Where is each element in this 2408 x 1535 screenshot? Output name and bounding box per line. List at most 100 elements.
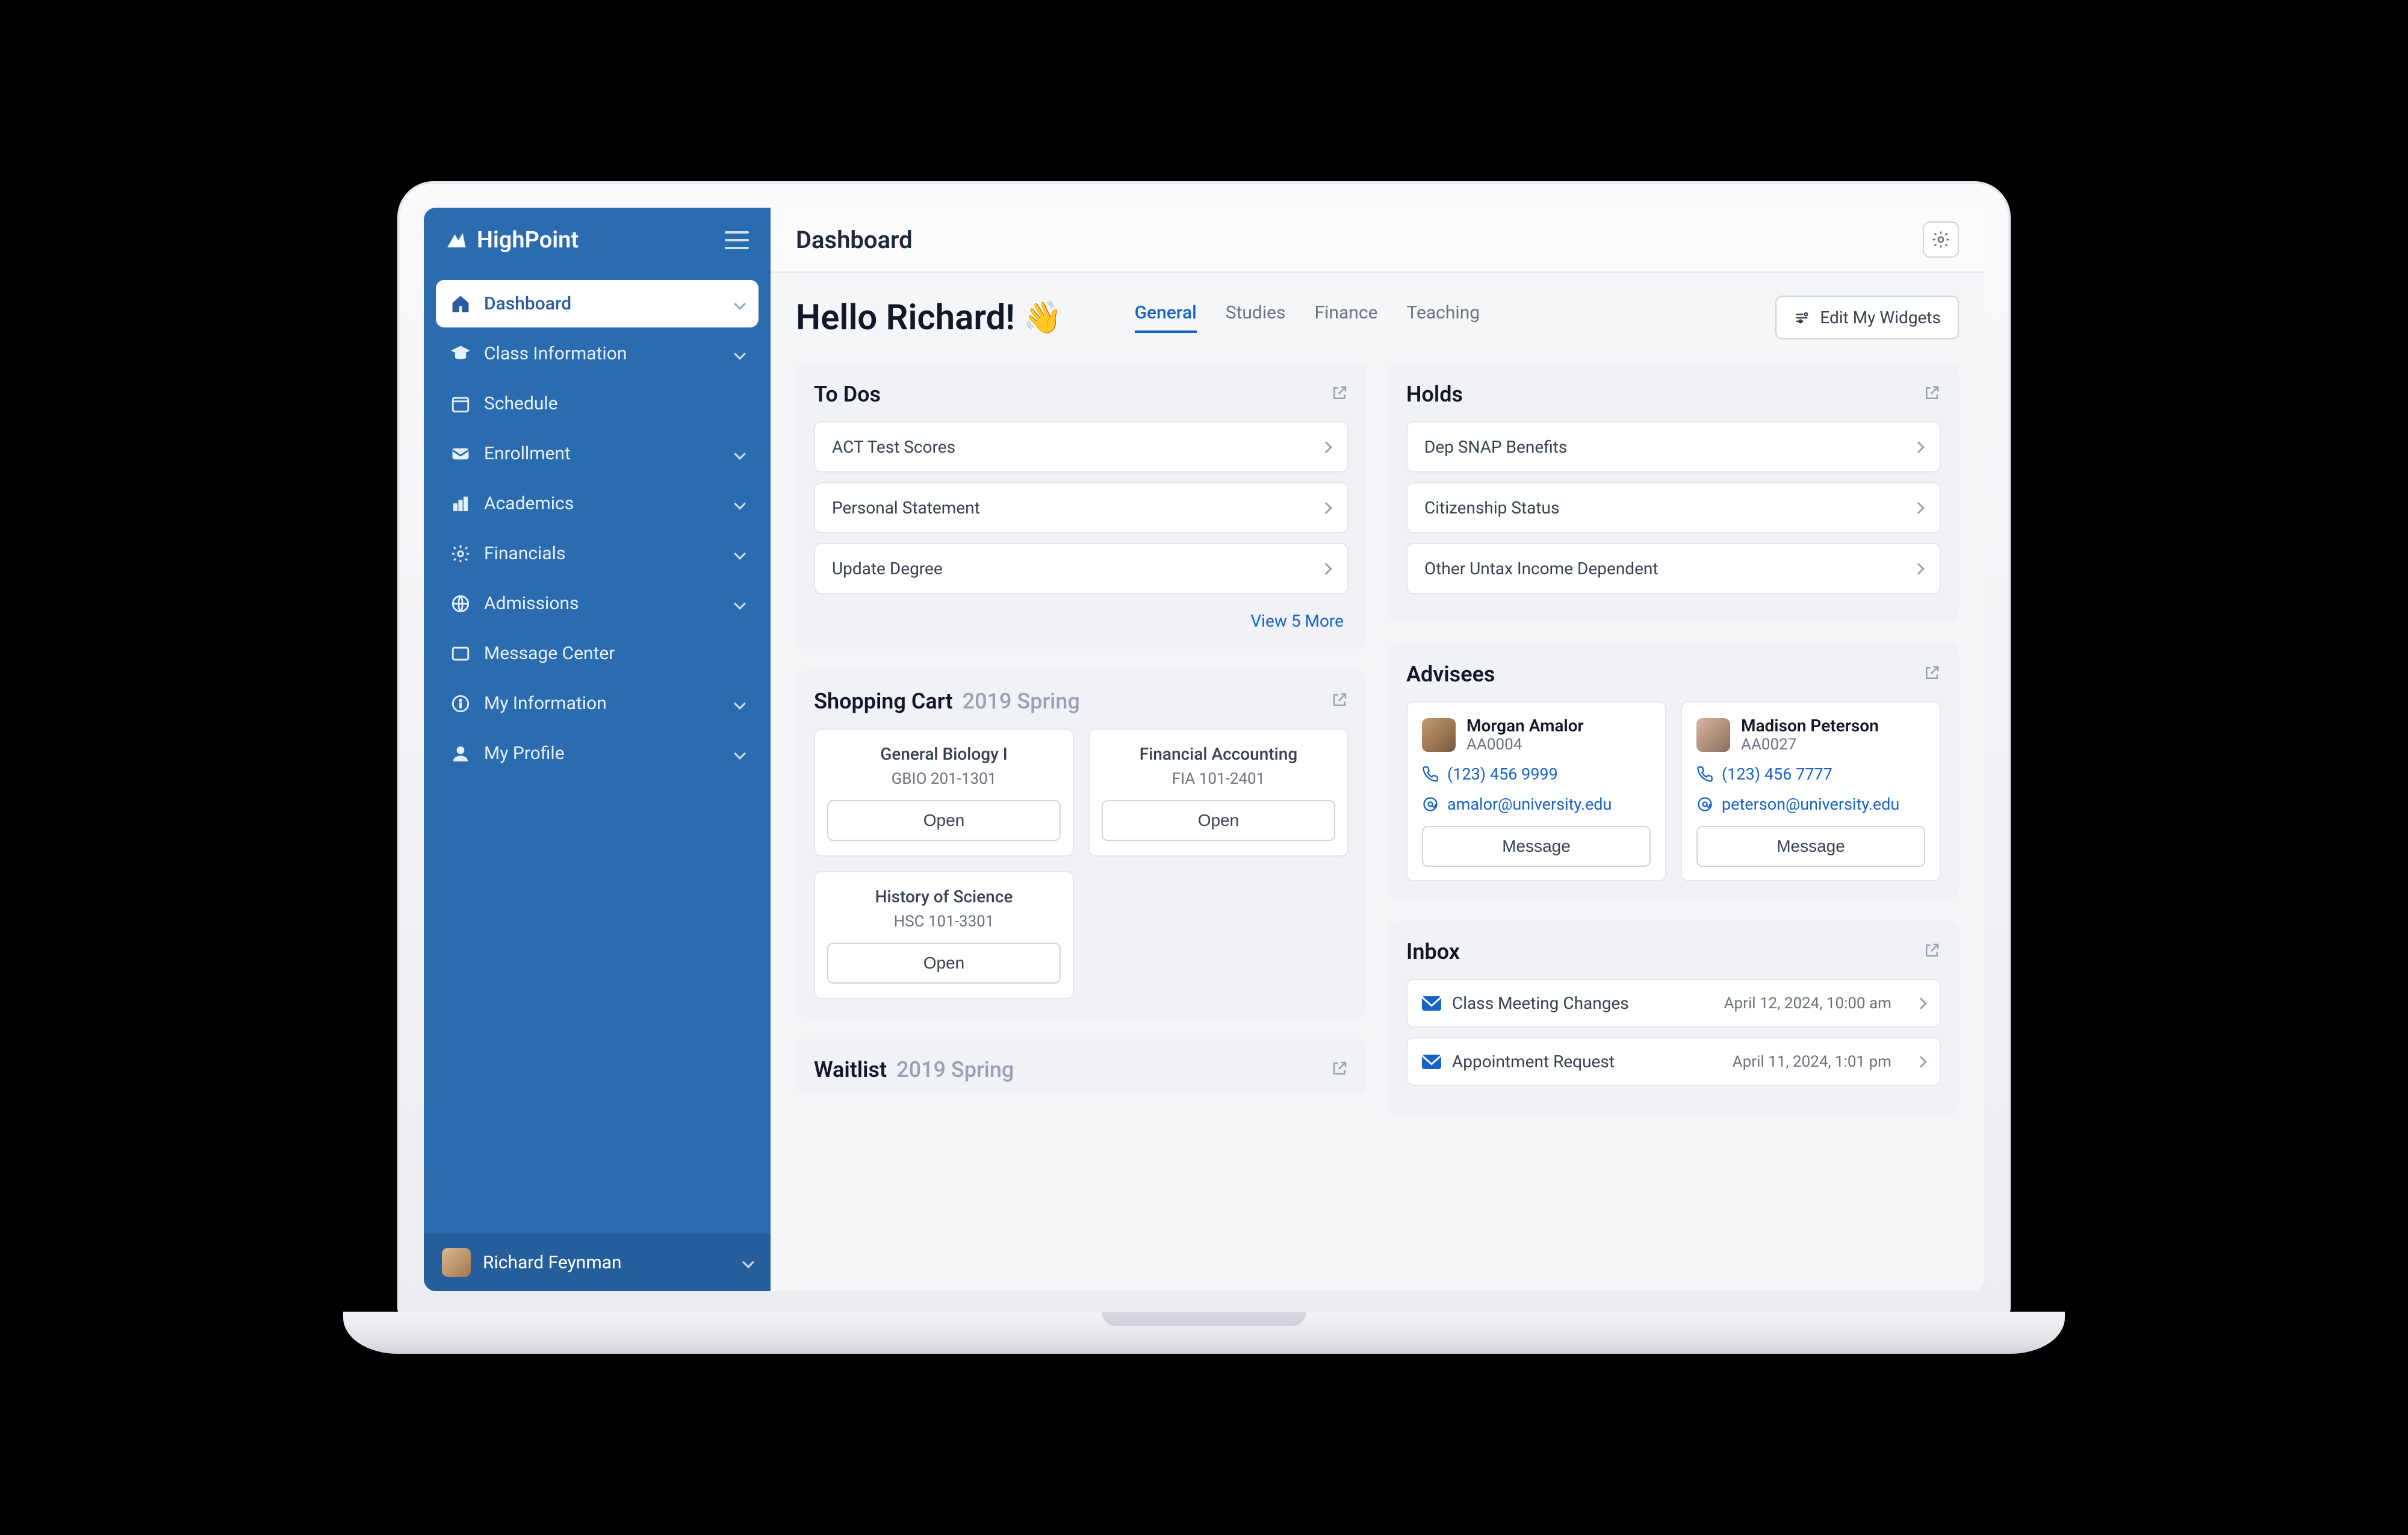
waitlist-title: Waitlist <box>814 1057 887 1082</box>
brand-logo-icon <box>445 230 466 250</box>
greeting-row: Hello Richard! 👋 General Studies Finance… <box>796 296 1959 340</box>
advisee-name: Madison Peterson <box>1741 716 1879 736</box>
brand-row: HighPoint <box>424 208 771 273</box>
todo-item[interactable]: Personal Statement <box>814 482 1348 533</box>
popout-icon[interactable] <box>1923 664 1941 684</box>
tab-general[interactable]: General <box>1135 302 1197 333</box>
sidebar-item-message-center[interactable]: Message Center <box>436 630 759 677</box>
chevron-down-icon <box>734 448 746 460</box>
inbox-timestamp: April 11, 2024, 1:01 pm <box>1733 1053 1891 1071</box>
globe-icon <box>450 594 471 614</box>
sidebar-item-my-profile[interactable]: My Profile <box>436 730 759 777</box>
edit-widgets-button[interactable]: Edit My Widgets <box>1775 296 1959 340</box>
advisee-phone[interactable]: (123) 456 7777 <box>1696 764 1925 784</box>
chevron-down-icon <box>734 548 746 560</box>
tab-teaching[interactable]: Teaching <box>1407 302 1480 333</box>
sidebar-item-label: My Information <box>484 693 607 714</box>
chevron-down-icon <box>734 748 746 760</box>
settings-button[interactable] <box>1923 222 1959 258</box>
chevron-down-icon <box>734 498 746 510</box>
sidebar-item-enrollment[interactable]: Enrollment <box>436 430 759 477</box>
sidebar-item-label: Enrollment <box>484 443 571 464</box>
message-button[interactable]: Message <box>1696 826 1925 867</box>
avatar <box>442 1248 471 1277</box>
advisee-card: Madison Peterson AA0027 (123) 456 7777 <box>1681 701 1941 881</box>
popout-icon[interactable] <box>1330 691 1348 712</box>
chevron-right-icon <box>1913 502 1925 514</box>
advisee-card: Morgan Amalor AA0004 (123) 456 9999 <box>1406 701 1666 881</box>
cart-item: History of Science HSC 101-3301 Open <box>814 871 1074 999</box>
sidebar-item-label: Admissions <box>484 593 579 614</box>
waitlist-card: Waitlist 2019 Spring <box>796 1039 1367 1094</box>
inbox-timestamp: April 12, 2024, 10:00 am <box>1724 994 1891 1012</box>
inbox-subject: Appointment Request <box>1452 1052 1615 1071</box>
cart-title: Shopping Cart <box>814 689 953 714</box>
advisee-email[interactable]: amalor@university.edu <box>1422 795 1651 814</box>
sidebar-item-class-information[interactable]: Class Information <box>436 330 759 377</box>
inbox-icon <box>450 444 471 464</box>
todos-title: To Dos <box>814 382 881 407</box>
todo-item[interactable]: Update Degree <box>814 543 1348 594</box>
chart-icon <box>450 494 471 514</box>
mail-icon <box>1422 996 1441 1011</box>
cart-item: General Biology I GBIO 201-1301 Open <box>814 728 1074 857</box>
course-code: HSC 101-3301 <box>827 913 1061 931</box>
todo-item[interactable]: ACT Test Scores <box>814 421 1348 473</box>
inbox-item[interactable]: Appointment Request April 11, 2024, 1:01… <box>1406 1037 1941 1086</box>
advisee-phone[interactable]: (123) 456 9999 <box>1422 764 1651 784</box>
tab-finance[interactable]: Finance <box>1315 302 1378 333</box>
message-icon <box>450 643 471 664</box>
tab-studies[interactable]: Studies <box>1226 302 1286 333</box>
sidebar-item-dashboard[interactable]: Dashboard <box>436 280 759 327</box>
message-button[interactable]: Message <box>1422 826 1651 867</box>
holds-title: Holds <box>1406 382 1463 407</box>
chevron-right-icon <box>1915 1056 1927 1068</box>
chevron-down-icon <box>734 298 746 310</box>
sidebar-item-label: Financials <box>484 543 565 564</box>
sidebar-item-label: My Profile <box>484 743 565 764</box>
inbox-subject: Class Meeting Changes <box>1452 993 1629 1013</box>
inbox-item[interactable]: Class Meeting Changes April 12, 2024, 10… <box>1406 979 1941 1028</box>
hold-item[interactable]: Citizenship Status <box>1406 482 1941 533</box>
hold-label: Citizenship Status <box>1424 498 1559 518</box>
chevron-right-icon <box>1913 563 1925 575</box>
wave-icon: 👋 <box>1023 299 1063 336</box>
open-button[interactable]: Open <box>1102 800 1335 841</box>
inbox-card: Inbox Class Meeting Changes April 12, 20… <box>1388 921 1959 1114</box>
popout-icon[interactable] <box>1330 384 1348 405</box>
sidebar-item-schedule[interactable]: Schedule <box>436 380 759 427</box>
chevron-right-icon <box>1915 997 1927 1009</box>
popout-icon[interactable] <box>1923 941 1941 962</box>
sidebar-item-financials[interactable]: Financials <box>436 530 759 577</box>
todos-card: To Dos ACT Test Scores Personal Statemen… <box>796 364 1367 649</box>
open-button[interactable]: Open <box>827 943 1061 984</box>
chevron-down-icon <box>742 1256 754 1268</box>
sidebar: HighPoint Dashboard Class Information <box>424 208 771 1291</box>
chevron-down-icon <box>734 598 746 610</box>
home-icon <box>450 294 471 314</box>
sidebar-item-academics[interactable]: Academics <box>436 480 759 527</box>
chevron-down-icon <box>734 348 746 360</box>
chevron-right-icon <box>1320 563 1332 575</box>
nav: Dashboard Class Information Schedule <box>424 273 771 1233</box>
hold-item[interactable]: Dep SNAP Benefits <box>1406 421 1941 473</box>
sidebar-item-label: Schedule <box>484 393 558 414</box>
sidebar-item-my-information[interactable]: My Information <box>436 680 759 727</box>
user-name: Richard Feynman <box>483 1252 622 1273</box>
hamburger-icon[interactable] <box>725 231 749 249</box>
sidebar-item-label: Class Information <box>484 343 627 364</box>
popout-icon[interactable] <box>1923 384 1941 405</box>
cart-term: 2019 Spring <box>963 689 1080 714</box>
open-button[interactable]: Open <box>827 800 1061 841</box>
advisee-email[interactable]: peterson@university.edu <box>1696 795 1925 814</box>
course-code: GBIO 201-1301 <box>827 770 1061 788</box>
sidebar-item-label: Academics <box>484 493 574 514</box>
sidebar-item-admissions[interactable]: Admissions <box>436 580 759 627</box>
user-menu[interactable]: Richard Feynman <box>424 1233 771 1291</box>
hold-item[interactable]: Other Untax Income Dependent <box>1406 543 1941 594</box>
view-more-link[interactable]: View 5 More <box>814 604 1348 631</box>
advisee-id: AA0004 <box>1466 736 1584 754</box>
todo-label: ACT Test Scores <box>832 437 955 457</box>
popout-icon[interactable] <box>1330 1059 1348 1080</box>
hold-label: Dep SNAP Benefits <box>1424 437 1567 457</box>
